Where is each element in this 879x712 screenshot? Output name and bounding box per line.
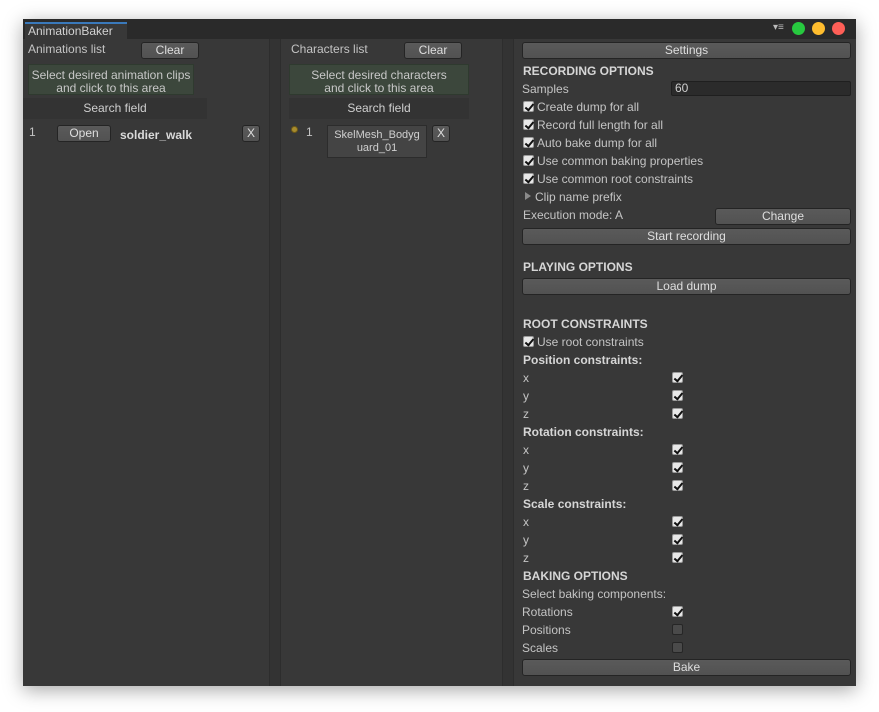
position-z-label: z bbox=[523, 407, 529, 421]
load-dump-button[interactable]: Load dump bbox=[522, 278, 851, 295]
rotation-constraints-header: Rotation constraints: bbox=[523, 425, 644, 439]
settings-button[interactable]: Settings bbox=[522, 42, 851, 59]
animations-drop-line-2: and click to this area bbox=[56, 81, 166, 95]
scale-y-checkbox[interactable] bbox=[672, 534, 683, 545]
auto-bake-checkbox[interactable] bbox=[523, 137, 534, 148]
use-root-constraints-checkbox[interactable] bbox=[523, 336, 534, 347]
scale-x-label: x bbox=[523, 515, 529, 529]
green-window-dot-icon[interactable] bbox=[792, 22, 805, 35]
common-root-checkbox[interactable] bbox=[523, 173, 534, 184]
title-bar: AnimationBaker ▾≡ bbox=[23, 19, 856, 39]
baking-options-header: BAKING OPTIONS bbox=[523, 569, 628, 583]
character-status-dot-icon bbox=[291, 126, 298, 133]
characters-drop-area[interactable]: Select desired characters and click to t… bbox=[289, 64, 469, 95]
character-name-line-2: uard_01 bbox=[356, 142, 398, 154]
animations-drop-area[interactable]: Select desired animation clips and click… bbox=[28, 64, 194, 95]
column-divider-1[interactable] bbox=[269, 39, 281, 686]
animation-item-name: soldier_walk bbox=[120, 128, 193, 142]
rotation-x-label: x bbox=[523, 443, 529, 457]
position-y-checkbox[interactable] bbox=[672, 390, 683, 401]
position-z-checkbox[interactable] bbox=[672, 408, 683, 419]
position-x-label: x bbox=[523, 371, 529, 385]
yellow-window-dot-icon[interactable] bbox=[812, 22, 825, 35]
main-content: Animations list Clear Select desired ani… bbox=[23, 39, 856, 686]
positions-checkbox[interactable] bbox=[672, 624, 683, 635]
scale-constraints-header: Scale constraints: bbox=[523, 497, 627, 511]
create-dump-label: Create dump for all bbox=[537, 100, 640, 114]
common-baking-label: Use common baking properties bbox=[537, 154, 704, 168]
record-full-length-checkbox[interactable] bbox=[523, 119, 534, 130]
clear-characters-button[interactable]: Clear bbox=[404, 42, 462, 59]
scale-x-checkbox[interactable] bbox=[672, 516, 683, 527]
character-item-index: 1 bbox=[306, 125, 313, 139]
change-mode-button[interactable]: Change bbox=[715, 208, 851, 225]
use-root-constraints-label: Use root constraints bbox=[537, 335, 644, 349]
characters-drop-line-2: and click to this area bbox=[324, 81, 434, 95]
playing-options-header: PLAYING OPTIONS bbox=[523, 260, 633, 274]
scale-z-checkbox[interactable] bbox=[672, 552, 683, 563]
scale-y-label: y bbox=[523, 533, 529, 547]
position-x-checkbox[interactable] bbox=[672, 372, 683, 383]
animation-item-index: 1 bbox=[29, 125, 36, 139]
samples-field[interactable]: 60 bbox=[671, 81, 851, 96]
clip-prefix-foldout-icon[interactable] bbox=[525, 192, 531, 200]
remove-character-button[interactable]: X bbox=[432, 125, 450, 142]
start-recording-button[interactable]: Start recording bbox=[522, 228, 851, 245]
common-baking-checkbox[interactable] bbox=[523, 155, 534, 166]
scales-checkbox[interactable] bbox=[672, 642, 683, 653]
rotation-x-checkbox[interactable] bbox=[672, 444, 683, 455]
animations-search-field[interactable]: Search field bbox=[23, 98, 207, 119]
clear-animations-button[interactable]: Clear bbox=[141, 42, 199, 59]
bake-button[interactable]: Bake bbox=[522, 659, 851, 676]
common-root-label: Use common root constraints bbox=[537, 172, 694, 186]
red-window-dot-icon[interactable] bbox=[832, 22, 845, 35]
clip-prefix-label[interactable]: Clip name prefix bbox=[535, 190, 622, 204]
animations-list-header: Animations list bbox=[28, 42, 106, 56]
character-item-card[interactable]: SkelMesh_Bodyg uard_01 bbox=[327, 125, 427, 158]
position-constraints-header: Position constraints: bbox=[523, 353, 643, 367]
rotation-z-checkbox[interactable] bbox=[672, 480, 683, 491]
rotation-z-label: z bbox=[523, 479, 529, 493]
positions-label: Positions bbox=[522, 623, 571, 637]
scales-label: Scales bbox=[522, 641, 559, 655]
scale-z-label: z bbox=[523, 551, 529, 565]
root-constraints-header: ROOT CONSTRAINTS bbox=[523, 317, 648, 331]
record-full-length-label: Record full length for all bbox=[537, 118, 664, 132]
characters-search-field[interactable]: Search field bbox=[289, 98, 469, 119]
animation-baker-window: AnimationBaker ▾≡ Animations list Clear … bbox=[23, 19, 856, 686]
select-baking-label: Select baking components: bbox=[522, 587, 667, 601]
remove-animation-button[interactable]: X bbox=[242, 125, 260, 142]
rotations-label: Rotations bbox=[522, 605, 573, 619]
rotation-y-label: y bbox=[523, 461, 529, 475]
tab-animation-baker[interactable]: AnimationBaker bbox=[25, 22, 127, 39]
character-name-line-1: SkelMesh_Bodyg bbox=[334, 129, 420, 141]
samples-label: Samples bbox=[522, 82, 569, 96]
rotation-y-checkbox[interactable] bbox=[672, 462, 683, 473]
open-animation-button[interactable]: Open bbox=[57, 125, 111, 142]
position-y-label: y bbox=[523, 389, 529, 403]
auto-bake-label: Auto bake dump for all bbox=[537, 136, 658, 150]
characters-list-header: Characters list bbox=[291, 42, 368, 56]
recording-options-header: RECORDING OPTIONS bbox=[523, 64, 654, 78]
execution-mode-label: Execution mode: A bbox=[523, 208, 624, 222]
rotations-checkbox[interactable] bbox=[672, 606, 683, 617]
column-divider-2[interactable] bbox=[502, 39, 514, 686]
context-menu-icon[interactable]: ▾≡ bbox=[773, 22, 784, 33]
create-dump-checkbox[interactable] bbox=[523, 101, 534, 112]
